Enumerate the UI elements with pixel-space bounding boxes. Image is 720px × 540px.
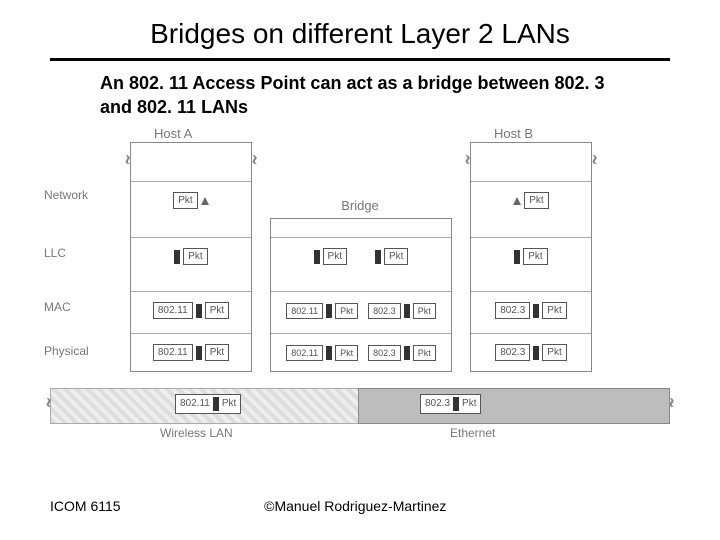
pkt-box: Pkt — [205, 302, 229, 319]
pkt-box: Pkt — [323, 248, 347, 265]
llc-header-icon — [404, 304, 410, 318]
host-b-label: Host B — [494, 126, 533, 141]
footer-left: ICOM 6115 — [50, 498, 121, 514]
llc-header-icon — [375, 250, 381, 264]
ethernet-frame: 802.3 Pkt — [420, 394, 481, 414]
llc-header-icon — [533, 304, 539, 318]
mac-proto: 802.3 — [368, 303, 401, 319]
phy-proto: 802.11 — [286, 345, 323, 361]
frame-proto: 802.11 — [180, 398, 210, 409]
frame-proto: 802.3 — [425, 398, 450, 409]
mac-proto: 802.11 — [286, 303, 323, 319]
footer-center: ©Manuel Rodriguez-Martinez — [121, 498, 590, 514]
llc-header-icon — [174, 250, 180, 264]
slide-title: Bridges on different Layer 2 LANs — [0, 0, 720, 58]
pkt-box: Pkt — [413, 303, 436, 319]
phy-proto: 802.3 — [495, 344, 530, 361]
pkt-box: Pkt — [222, 398, 236, 409]
llc-header-icon — [453, 397, 459, 411]
pkt-box: Pkt — [542, 302, 566, 319]
pkt-box: Pkt — [183, 248, 207, 265]
pkt-box: Pkt — [413, 345, 436, 361]
phy-proto: 802.3 — [368, 345, 401, 361]
pkt-box: Pkt — [173, 192, 197, 209]
wireless-frame: 802.11 Pkt — [175, 394, 241, 414]
llc-header-icon — [196, 346, 202, 360]
bridge-diagram: Network LLC MAC Physical Host A Host B B… — [50, 128, 670, 458]
host-a-stack: ≀ ≀ Pkt Pkt 802.11 Pkt 802.11 Pkt — [130, 142, 252, 372]
llc-header-icon — [196, 304, 202, 318]
slide-subtitle: An 802. 11 Access Point can act as a bri… — [0, 71, 720, 128]
ethernet-medium — [358, 388, 670, 424]
host-a-label: Host A — [154, 126, 192, 141]
phy-proto: 802.11 — [153, 344, 193, 361]
wireless-label: Wireless LAN — [160, 426, 233, 440]
llc-header-icon — [404, 346, 410, 360]
host-b-stack: ≀ ≀ Pkt Pkt 802.3 Pkt 802.3 Pkt — [470, 142, 592, 372]
layer-label-mac: MAC — [44, 300, 71, 314]
mac-proto: 802.11 — [153, 302, 193, 319]
bridge-stack: Pkt Pkt 802.11 Pkt 802.3 Pkt 802.11 Pkt … — [270, 218, 452, 372]
llc-header-icon — [533, 346, 539, 360]
title-rule — [50, 58, 670, 61]
layer-label-llc: LLC — [44, 246, 66, 260]
mac-proto: 802.3 — [495, 302, 530, 319]
pkt-box: Pkt — [462, 398, 476, 409]
media-strip: ≀ ≀ — [50, 388, 670, 422]
llc-header-icon — [514, 250, 520, 264]
llc-header-icon — [314, 250, 320, 264]
llc-header-icon — [326, 346, 332, 360]
pkt-box: Pkt — [542, 344, 566, 361]
pkt-box: Pkt — [523, 248, 547, 265]
llc-header-icon — [326, 304, 332, 318]
pkt-box: Pkt — [205, 344, 229, 361]
pkt-box: Pkt — [335, 303, 358, 319]
pkt-box: Pkt — [335, 345, 358, 361]
pkt-box: Pkt — [384, 248, 408, 265]
layer-label-physical: Physical — [44, 344, 89, 358]
ethernet-label: Ethernet — [450, 426, 495, 440]
pkt-box: Pkt — [524, 192, 548, 209]
llc-header-icon — [213, 397, 219, 411]
slide-footer: ICOM 6115 ©Manuel Rodriguez-Martinez — [50, 498, 670, 514]
